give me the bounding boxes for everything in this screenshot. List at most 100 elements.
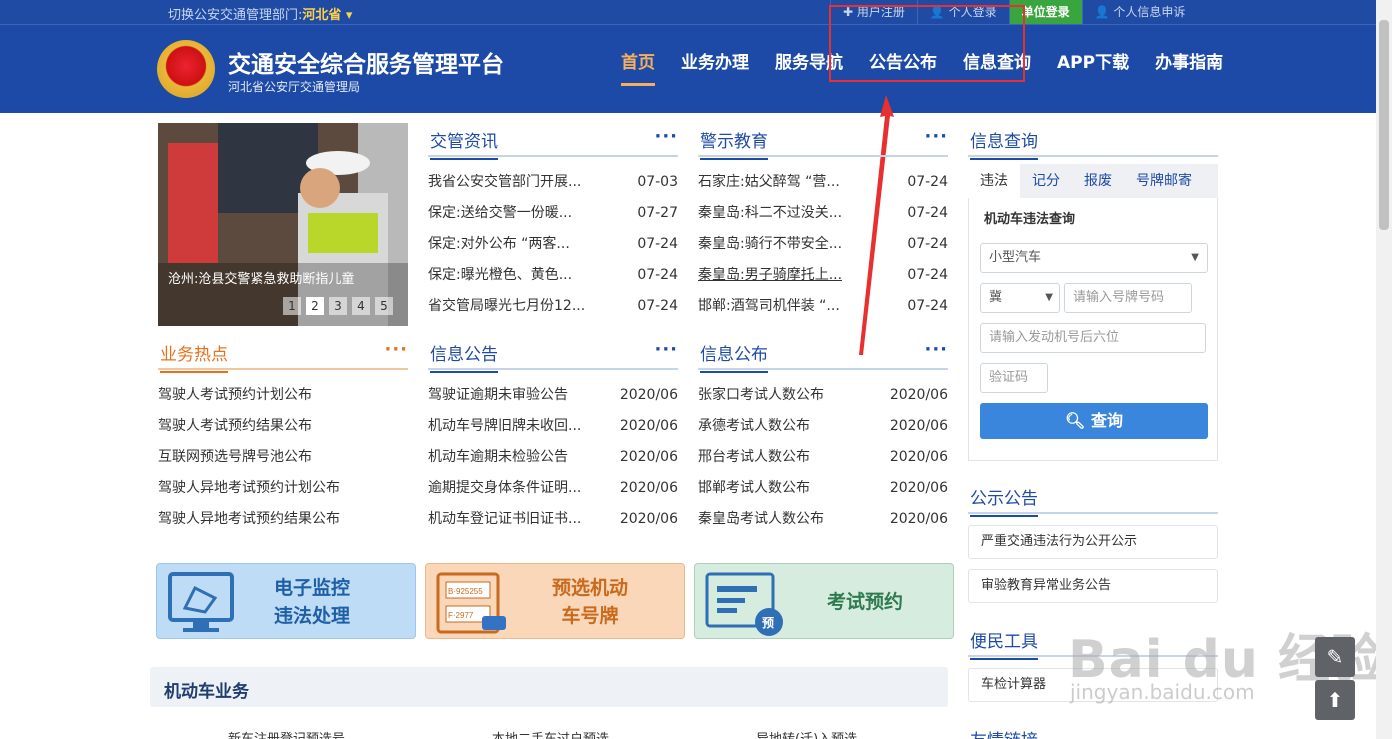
site-title[interactable]: 交通安全综合服务管理平台 [228, 45, 504, 79]
list-item[interactable]: 秦皇岛考试人数公布 2020/06 [698, 504, 948, 535]
list-item[interactable]: 秦皇岛:男子骑摩托上... 07-24 [698, 260, 948, 291]
slider-page-4[interactable]: 4 [352, 297, 370, 315]
public-notice-item[interactable]: 严重交通违法行为公开公示 [968, 525, 1218, 559]
list-item[interactable]: 驾驶人异地考试预约计划公布 [158, 473, 408, 504]
hot-header: 业务热点 ··· [158, 336, 408, 373]
item-title[interactable]: 驾驶人考试预约计划公布 [158, 380, 312, 411]
personal-appeal-link[interactable]: 👤 个人信息申诉 [1081, 0, 1198, 24]
item-title[interactable]: 逾期提交身体条件证明... [428, 473, 581, 504]
page-scrollbar[interactable] [1376, 0, 1392, 739]
warning-more-button[interactable]: ··· [924, 126, 948, 147]
engine-number-input[interactable]: 请输入发动机号后六位 [980, 323, 1206, 353]
list-item[interactable]: 承德考试人数公布 2020/06 [698, 411, 948, 442]
slider-page-2[interactable]: 2 [306, 297, 324, 315]
notice-header: 信息公告 ··· [428, 336, 678, 373]
list-item[interactable]: 驾驶证逾期未审验公告 2020/06 [428, 380, 678, 411]
query-button[interactable]: 🔍︎ 查询 [980, 403, 1208, 439]
province-selector[interactable]: 河北省 ▾ [302, 8, 352, 23]
list-item[interactable]: 驾驶人考试预约计划公布 [158, 380, 408, 411]
edit-icon[interactable]: ✎ [1315, 637, 1355, 677]
news-more-button[interactable]: ··· [654, 126, 678, 147]
publish-more-button[interactable]: ··· [924, 339, 948, 360]
public-notice-header: 公示公告 [968, 480, 1218, 517]
police-emblem-icon [157, 40, 215, 98]
hot-more-button[interactable]: ··· [384, 339, 408, 360]
list-item[interactable]: 邯郸:酒驾司机伴装 “... 07-24 [698, 291, 948, 322]
service-link-migrate[interactable]: 异地转(迁)入预选 [756, 728, 857, 739]
item-title[interactable]: 驾驶证逾期未审验公告 [428, 380, 568, 411]
item-title[interactable]: 驾驶人异地考试预约结果公布 [158, 504, 340, 535]
list-item[interactable]: 石家庄:姑父醉驾 “营... 07-24 [698, 167, 948, 198]
tab-scrap[interactable]: 报废 [1072, 164, 1124, 198]
plate-number-input[interactable]: 请输入号牌号码 [1064, 283, 1192, 313]
tile-label-line: 违法处理 [273, 605, 350, 627]
item-title[interactable]: 保定:送给交警一份暖... [428, 198, 572, 229]
list-item[interactable]: 保定:对外公布 “两客... 07-24 [428, 229, 678, 260]
nav-guide[interactable]: 办事指南 [1142, 51, 1236, 96]
list-item[interactable]: 互联网预选号牌号池公布 [158, 442, 408, 473]
plate-prefix-select[interactable]: 冀 ▼ [980, 283, 1060, 313]
scrollbar-thumb[interactable] [1379, 20, 1389, 230]
item-title[interactable]: 邯郸考试人数公布 [698, 473, 810, 504]
list-item[interactable]: 邯郸考试人数公布 2020/06 [698, 473, 948, 504]
plate-preselect-tile[interactable]: B·925255 F·2977 预选机动 车号牌 [425, 563, 685, 639]
item-title[interactable]: 张家口考试人数公布 [698, 380, 824, 411]
item-title[interactable]: 石家庄:姑父醉驾 “营... [698, 167, 840, 198]
item-title[interactable]: 保定:曝光橙色、黄色... [428, 260, 572, 291]
tab-violation[interactable]: 违法 [968, 164, 1020, 198]
item-title[interactable]: 承德考试人数公布 [698, 411, 810, 442]
item-title[interactable]: 机动车逾期未检验公告 [428, 442, 568, 473]
list-item[interactable]: 保定:送给交警一份暖... 07-27 [428, 198, 678, 229]
item-title[interactable]: 秦皇岛:男子骑摩托上... [698, 260, 842, 291]
back-to-top-icon[interactable]: ⬆ [1315, 680, 1355, 720]
item-title[interactable]: 保定:对外公布 “两客... [428, 229, 570, 260]
item-title[interactable]: 机动车号牌旧牌未收回... [428, 411, 581, 442]
list-item[interactable]: 我省公安交管部门开展... 07-03 [428, 167, 678, 198]
item-title[interactable]: 邯郸:酒驾司机伴装 “... [698, 291, 840, 322]
nav-business[interactable]: 业务办理 [668, 51, 762, 96]
item-title[interactable]: 我省公安交管部门开展... [428, 167, 581, 198]
tab-plate-mail[interactable]: 号牌邮寄 [1124, 164, 1204, 198]
list-item[interactable]: 张家口考试人数公布 2020/06 [698, 380, 948, 411]
item-title[interactable]: 互联网预选号牌号池公布 [158, 442, 312, 473]
item-title[interactable]: 秦皇岛:科二不过没关... [698, 198, 842, 229]
list-item[interactable]: 邢台考试人数公布 2020/06 [698, 442, 948, 473]
list-item[interactable]: 逾期提交身体条件证明... 2020/06 [428, 473, 678, 504]
list-item[interactable]: 省交管局曝光七月份12... 07-24 [428, 291, 678, 322]
vehicle-type-select[interactable]: 小型汽车 ▼ [980, 243, 1208, 273]
list-item[interactable]: 机动车登记证书旧证书... 2020/06 [428, 504, 678, 535]
public-notice-item[interactable]: 审验教育异常业务公告 [968, 569, 1218, 603]
list-item[interactable]: 驾驶人考试预约结果公布 [158, 411, 408, 442]
tab-points[interactable]: 记分 [1020, 164, 1072, 198]
item-date: 07-03 [637, 174, 678, 190]
nav-home[interactable]: 首页 [608, 51, 668, 96]
region-switch[interactable]: 切换公安交通管理部门:河北省 ▾ [168, 4, 352, 23]
item-title[interactable]: 驾驶人异地考试预约计划公布 [158, 473, 340, 504]
list-item[interactable]: 秦皇岛:科二不过没关... 07-24 [698, 198, 948, 229]
news-slider[interactable]: 沧州:沧县交警紧急救助断指儿童 1 2 3 4 5 [158, 123, 408, 326]
item-title[interactable]: 省交管局曝光七月份12... [428, 291, 585, 322]
item-date: 07-24 [637, 267, 678, 283]
item-title[interactable]: 机动车登记证书旧证书... [428, 504, 581, 535]
service-link-transfer[interactable]: 本地二手车过户预选 [492, 728, 609, 739]
item-title[interactable]: 秦皇岛考试人数公布 [698, 504, 824, 535]
notice-more-button[interactable]: ··· [654, 339, 678, 360]
item-title[interactable]: 邢台考试人数公布 [698, 442, 810, 473]
captcha-input[interactable]: 验证码 [980, 363, 1048, 393]
slider-page-5[interactable]: 5 [375, 297, 393, 315]
list-item[interactable]: 机动车号牌旧牌未收回... 2020/06 [428, 411, 678, 442]
electronic-monitoring-tile[interactable]: 电子监控 违法处理 [156, 563, 416, 639]
list-item[interactable]: 机动车逾期未检验公告 2020/06 [428, 442, 678, 473]
item-title[interactable]: 驾驶人考试预约结果公布 [158, 411, 312, 442]
slider-caption[interactable]: 沧州:沧县交警紧急救助断指儿童 [168, 268, 354, 287]
list-item[interactable]: 保定:曝光橙色、黄色... 07-24 [428, 260, 678, 291]
nav-app-download[interactable]: APP下载 [1044, 51, 1142, 96]
list-item[interactable]: 秦皇岛:骑行不带安全... 07-24 [698, 229, 948, 260]
service-link-new-car[interactable]: 新车注册登记预选号 [228, 728, 345, 739]
list-item[interactable]: 驾驶人异地考试预约结果公布 [158, 504, 408, 535]
slider-page-1[interactable]: 1 [283, 297, 301, 315]
slider-page-3[interactable]: 3 [329, 297, 347, 315]
badge-text: 预 [762, 616, 774, 630]
exam-booking-tile[interactable]: 预 考试预约 [694, 563, 954, 639]
item-title[interactable]: 秦皇岛:骑行不带安全... [698, 229, 842, 260]
